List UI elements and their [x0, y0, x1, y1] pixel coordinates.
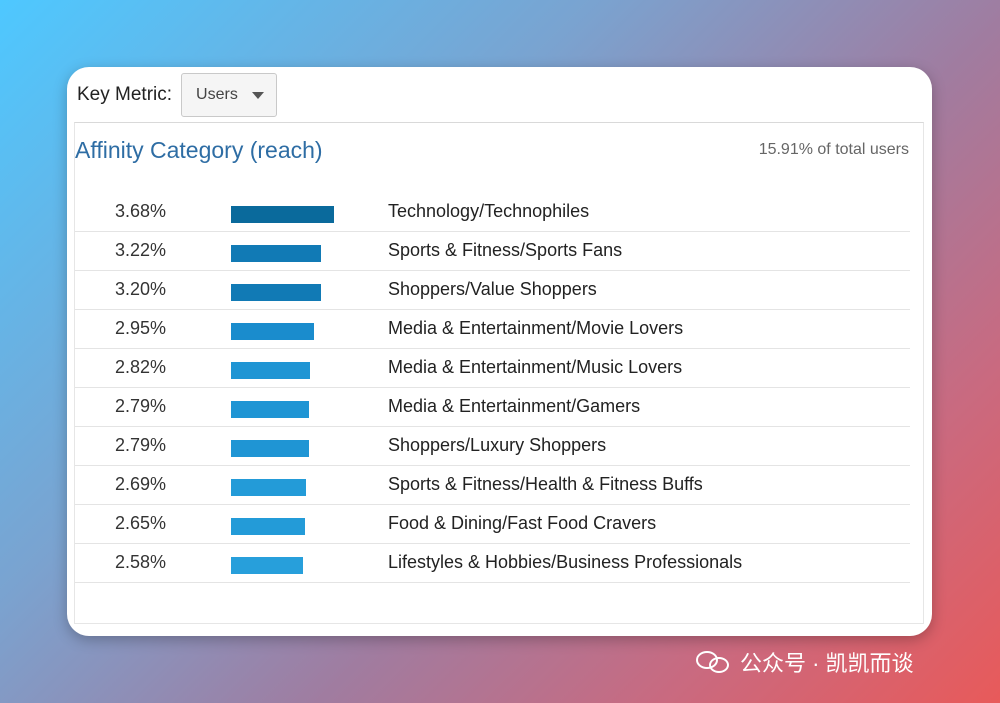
- list-item: 2.79% Shoppers/Luxury Shoppers: [75, 427, 910, 466]
- percent-value: 2.58%: [115, 552, 167, 572]
- percent-value: 2.95%: [115, 318, 167, 338]
- wechat-icon: [696, 649, 730, 675]
- affinity-panel: Affinity Category (reach) 15.91% of tota…: [74, 122, 924, 624]
- chevron-down-icon: [251, 91, 264, 99]
- reach-bar: [231, 557, 303, 574]
- reach-bar: [231, 479, 306, 496]
- key-metric-dropdown[interactable]: Users: [181, 73, 278, 117]
- percent-value: 2.69%: [115, 474, 167, 494]
- list-item: 2.69% Sports & Fitness/Health & Fitness B…: [75, 466, 910, 505]
- category-label: Shoppers/Value Shoppers: [388, 279, 597, 299]
- key-metric-label: Key Metric:: [77, 84, 173, 105]
- list-item: 3.68% Technology/Technophiles: [75, 193, 910, 232]
- percent-value: 2.79%: [115, 435, 167, 455]
- percent-value: 2.82%: [115, 357, 167, 377]
- category-label: Technology/Technophiles: [388, 201, 590, 221]
- reach-bar: [231, 206, 334, 223]
- affinity-list: 3.68% Technology/Technophiles 3.22% Sports …: [75, 193, 910, 583]
- affinity-card: Key Metric: Users Affinity Category (rea…: [67, 67, 932, 636]
- reach-bar: [231, 518, 305, 535]
- category-label: Media & Entertainment/Gamers: [388, 396, 641, 416]
- reach-bar: [231, 245, 321, 262]
- reach-bar: [231, 440, 309, 457]
- category-label: Lifestyles & Hobbies/Business Profession…: [388, 552, 743, 572]
- category-label: Shoppers/Luxury Shoppers: [388, 435, 607, 455]
- percent-value: 3.68%: [115, 201, 167, 221]
- percent-value: 3.22%: [115, 240, 167, 260]
- list-item: 2.58% Lifestyles & Hobbies/Business Profe…: [75, 544, 910, 583]
- key-metric-row: Key Metric: Users: [77, 67, 278, 123]
- list-item: 2.79% Media & Entertainment/Gamers: [75, 388, 910, 427]
- list-item: 3.20% Shoppers/Value Shoppers: [75, 271, 910, 310]
- reach-bar: [231, 401, 309, 418]
- category-label: Media & Entertainment/Music Lovers: [388, 357, 683, 377]
- watermark-text: 公众号 · 凯凯而谈: [740, 651, 914, 676]
- key-metric-selected: Users: [196, 86, 238, 103]
- watermark: 公众号 · 凯凯而谈: [696, 646, 914, 678]
- percent-value: 2.65%: [115, 513, 167, 533]
- percent-value: 2.79%: [115, 396, 167, 416]
- reach-bar: [231, 323, 314, 340]
- percent-value: 3.20%: [115, 279, 167, 299]
- list-item: 2.95% Media & Entertainment/Movie Lovers: [75, 310, 910, 349]
- list-item: 2.65% Food & Dining/Fast Food Cravers: [75, 505, 910, 544]
- panel-total: 15.91% of total users: [758, 141, 909, 158]
- list-item: 2.82% Media & Entertainment/Music Lovers: [75, 349, 910, 388]
- list-item: 3.22% Sports & Fitness/Sports Fans: [75, 232, 910, 271]
- category-label: Food & Dining/Fast Food Cravers: [388, 513, 657, 533]
- category-label: Sports & Fitness/Health & Fitness Buffs: [388, 474, 703, 494]
- panel-title: Affinity Category (reach): [75, 137, 323, 163]
- reach-bar: [231, 284, 321, 301]
- category-label: Media & Entertainment/Movie Lovers: [388, 318, 684, 338]
- category-label: Sports & Fitness/Sports Fans: [388, 240, 623, 260]
- reach-bar: [231, 362, 310, 379]
